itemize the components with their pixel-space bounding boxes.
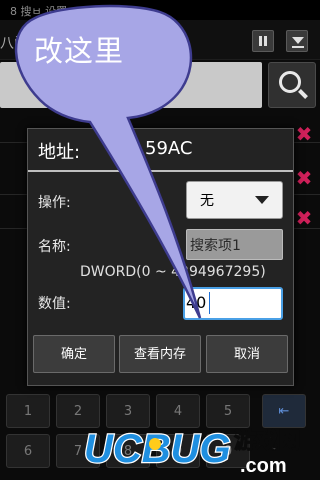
watermark: UCBUG 游戏网 .com (83, 426, 301, 477)
watermark-domain: .com (240, 455, 287, 477)
watermark-dot-icon (149, 438, 161, 450)
watermark-subtitle: 游戏网 (234, 428, 300, 453)
